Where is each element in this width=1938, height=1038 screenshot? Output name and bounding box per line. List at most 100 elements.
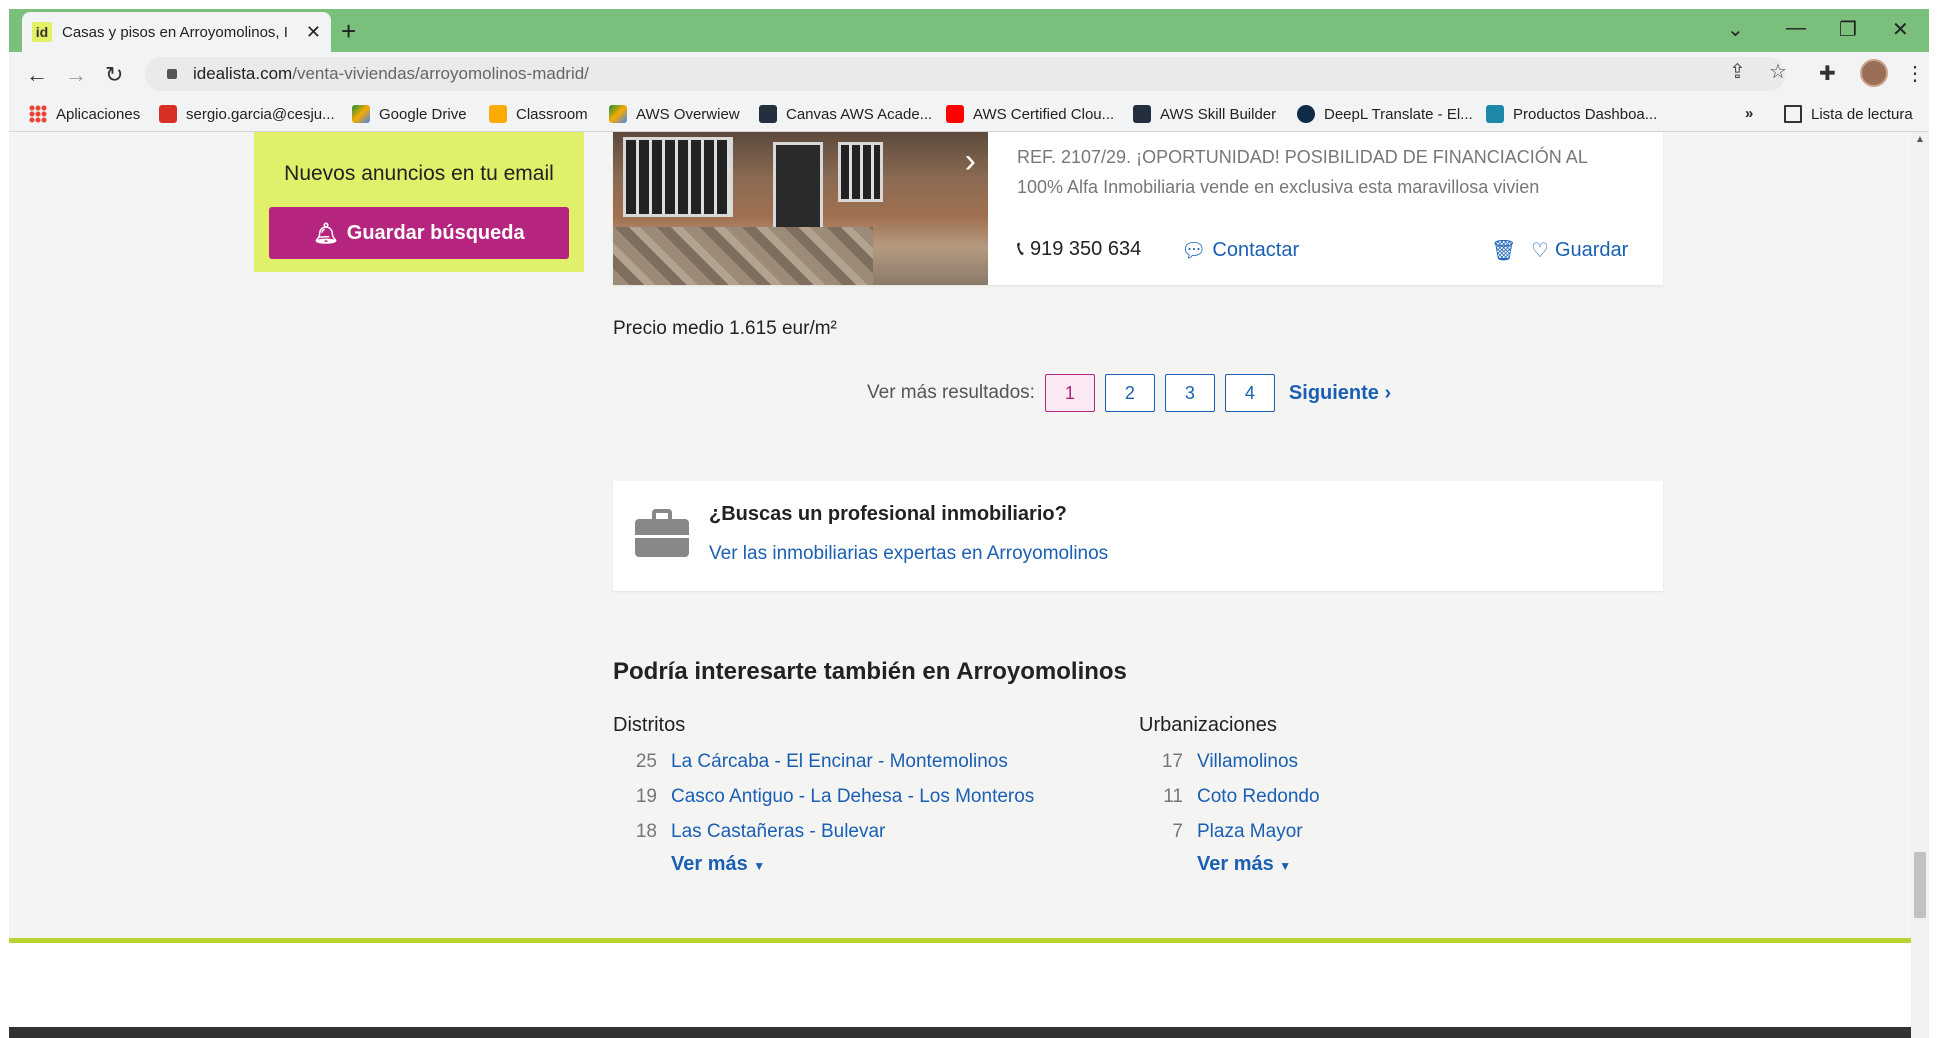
districts-heading: Distritos [613, 714, 686, 736]
page-button-3[interactable]: 3 [1164, 374, 1215, 412]
phone-button[interactable]: 📞︎ 919 350 634 [1017, 238, 1141, 261]
bookmarks-overflow-button[interactable]: » [1745, 105, 1753, 122]
drive-icon [609, 105, 627, 123]
address-bar[interactable]: idealista.com /venta-viviendas/arroyomol… [145, 57, 1785, 91]
deepl-icon [1297, 105, 1315, 123]
save-favorite-button[interactable]: ♡ Guardar [1531, 238, 1628, 263]
dashboard-icon [1486, 105, 1504, 123]
listing-card[interactable]: › REF. 2107/29. ¡OPORTUNIDAD! POSIBILIDA… [613, 132, 1663, 285]
photo-stone-wall [613, 227, 873, 285]
description-text: 100% Alfa Inmobiliaria vende en exclusiv… [1017, 177, 1540, 197]
page-button-4[interactable]: 4 [1224, 374, 1275, 412]
more-label: Ver más [1197, 853, 1274, 875]
listing-photo[interactable]: › [613, 132, 988, 285]
share-icon[interactable]: ⇪ [1729, 59, 1746, 84]
districts-more-button[interactable]: Ver más ▼ [671, 853, 1034, 876]
lock-icon [167, 69, 177, 79]
browser-toolbar: ← → ↻ idealista.com /venta-viviendas/arr… [9, 52, 1929, 96]
professional-box: ¿Buscas un profesional inmobiliario? Ver… [613, 481, 1663, 591]
menu-kebab-icon[interactable]: ⋮ [1905, 61, 1925, 86]
bookmark-aws-certified[interactable]: AWS Certified Clou... [946, 105, 1114, 123]
bookmark-label: AWS Certified Clou... [973, 105, 1115, 123]
photo-window [623, 137, 733, 217]
profile-avatar[interactable] [1860, 59, 1888, 87]
bookmark-gmail[interactable]: sergio.garcia@cesju... [159, 105, 335, 123]
chevron-right-icon: › [1384, 381, 1392, 404]
url-path: /venta-viviendas/arroyomolinos-madrid/ [292, 64, 589, 83]
item-count: 19 [635, 785, 657, 807]
email-alert-box: Nuevos anuncios en tu email 🔔︎ Guardar b… [254, 132, 584, 272]
list-item[interactable]: 7 Plaza Mayor [1139, 814, 1320, 849]
urbanizations-more-button[interactable]: Ver más ▼ [1197, 853, 1320, 876]
list-item[interactable]: 25 La Cárcaba - El Encinar - Montemolinos [613, 744, 1034, 779]
list-item[interactable]: 18 Las Castañeras - Bulevar [613, 814, 1034, 849]
list-item[interactable]: 11 Coto Redondo [1139, 779, 1320, 814]
extensions-icon[interactable]: ✚ [1819, 61, 1836, 86]
more-label: Ver más [671, 853, 748, 875]
bookmark-label: AWS Overwiew [636, 105, 740, 123]
bookmark-label: Canvas AWS Acade... [786, 105, 933, 123]
bookmark-apps[interactable]: Aplicaciones [29, 105, 140, 123]
listing-description[interactable]: REF. 2107/29. ¡OPORTUNIDAD! POSIBILIDAD … [1017, 142, 1617, 202]
bell-icon: 🔔︎ [313, 222, 339, 245]
item-link[interactable]: Coto Redondo [1197, 786, 1320, 808]
restore-icon[interactable]: ❐ [1839, 17, 1857, 42]
bookmark-canvas-aws[interactable]: Canvas AWS Acade... [759, 105, 932, 123]
save-search-button[interactable]: 🔔︎ Guardar búsqueda [269, 207, 569, 259]
contact-button[interactable]: 💬︎ Contactar [1181, 238, 1299, 263]
close-window-icon[interactable]: ✕ [1892, 17, 1909, 42]
pagination-label: Ver más resultados: [867, 382, 1035, 403]
save-search-label: Guardar búsqueda [346, 221, 525, 244]
back-icon[interactable]: ← [26, 62, 48, 88]
gmail-icon [159, 105, 177, 123]
photo-window [838, 142, 883, 202]
footer [9, 943, 1911, 1038]
bookmark-drive[interactable]: Google Drive [352, 105, 467, 123]
reading-list-label: Lista de lectura [1811, 105, 1913, 123]
item-link[interactable]: La Cárcaba - El Encinar - Montemolinos [671, 751, 1008, 773]
caret-down-icon: ▼ [1279, 859, 1292, 873]
bookmark-productos[interactable]: Productos Dashboa... [1486, 105, 1657, 123]
item-count: 11 [1163, 785, 1183, 807]
item-count: 7 [1172, 820, 1183, 842]
scrollbar[interactable]: ▲ [1911, 132, 1929, 1038]
bookmark-aws-skill-builder[interactable]: AWS Skill Builder [1133, 105, 1276, 123]
bookmark-deepl[interactable]: DeepL Translate - El... [1297, 105, 1473, 123]
new-tab-icon[interactable]: + [341, 16, 356, 47]
save-label: Guardar [1554, 239, 1629, 261]
tab-search-icon[interactable]: ⌄ [1727, 17, 1744, 42]
professional-link[interactable]: Ver las inmobiliarias expertas en Arroyo… [709, 543, 1108, 565]
tab-strip: id Casas y pisos en Arroyomolinos, I ✕ +… [9, 9, 1929, 52]
reading-list-button[interactable]: Lista de lectura [1784, 105, 1913, 123]
bookmark-aws-overview[interactable]: AWS Overwiew [609, 105, 740, 123]
item-link[interactable]: Villamolinos [1197, 751, 1298, 773]
bookmark-classroom[interactable]: Classroom [489, 105, 588, 123]
phone-number: 919 350 634 [1030, 238, 1142, 260]
chevron-right-icon[interactable]: › [965, 142, 976, 181]
list-item[interactable]: 17 Villamolinos [1139, 744, 1320, 779]
reload-icon[interactable]: ↻ [105, 62, 123, 88]
close-tab-icon[interactable]: ✕ [306, 22, 321, 43]
minimize-icon[interactable]: — [1786, 17, 1806, 40]
list-item[interactable]: 19 Casco Antiguo - La Dehesa - Los Monter… [613, 779, 1034, 814]
item-link[interactable]: Las Castañeras - Bulevar [671, 821, 885, 843]
bookmark-label: AWS Skill Builder [1160, 105, 1277, 123]
item-link[interactable]: Plaza Mayor [1197, 821, 1303, 843]
forward-icon[interactable]: → [65, 62, 87, 88]
professional-question: ¿Buscas un profesional inmobiliario? [709, 503, 1067, 525]
bookmark-label: sergio.garcia@cesju... [186, 105, 335, 123]
bookmark-label: Google Drive [379, 105, 467, 123]
trash-icon[interactable]: 🗑︎ [1491, 238, 1516, 263]
bookmarks-bar: Aplicaciones sergio.garcia@cesju... Goog… [9, 96, 1929, 132]
browser-tab[interactable]: id Casas y pisos en Arroyomolinos, I ✕ [22, 12, 331, 52]
next-page-link[interactable]: Siguiente › [1289, 382, 1391, 405]
scroll-thumb[interactable] [1914, 852, 1926, 918]
page-button-1[interactable]: 1 [1044, 374, 1095, 412]
page-button-2[interactable]: 2 [1104, 374, 1155, 412]
item-count: 17 [1161, 750, 1183, 772]
scroll-up-icon[interactable]: ▲ [1915, 134, 1925, 145]
description-line: REF. 2107/29. ¡OPORTUNIDAD! POSIBILIDAD … [1017, 147, 1588, 167]
briefcase-icon [635, 509, 689, 557]
bookmark-star-icon[interactable]: ☆ [1769, 59, 1787, 84]
item-link[interactable]: Casco Antiguo - La Dehesa - Los Monteros [671, 786, 1034, 808]
